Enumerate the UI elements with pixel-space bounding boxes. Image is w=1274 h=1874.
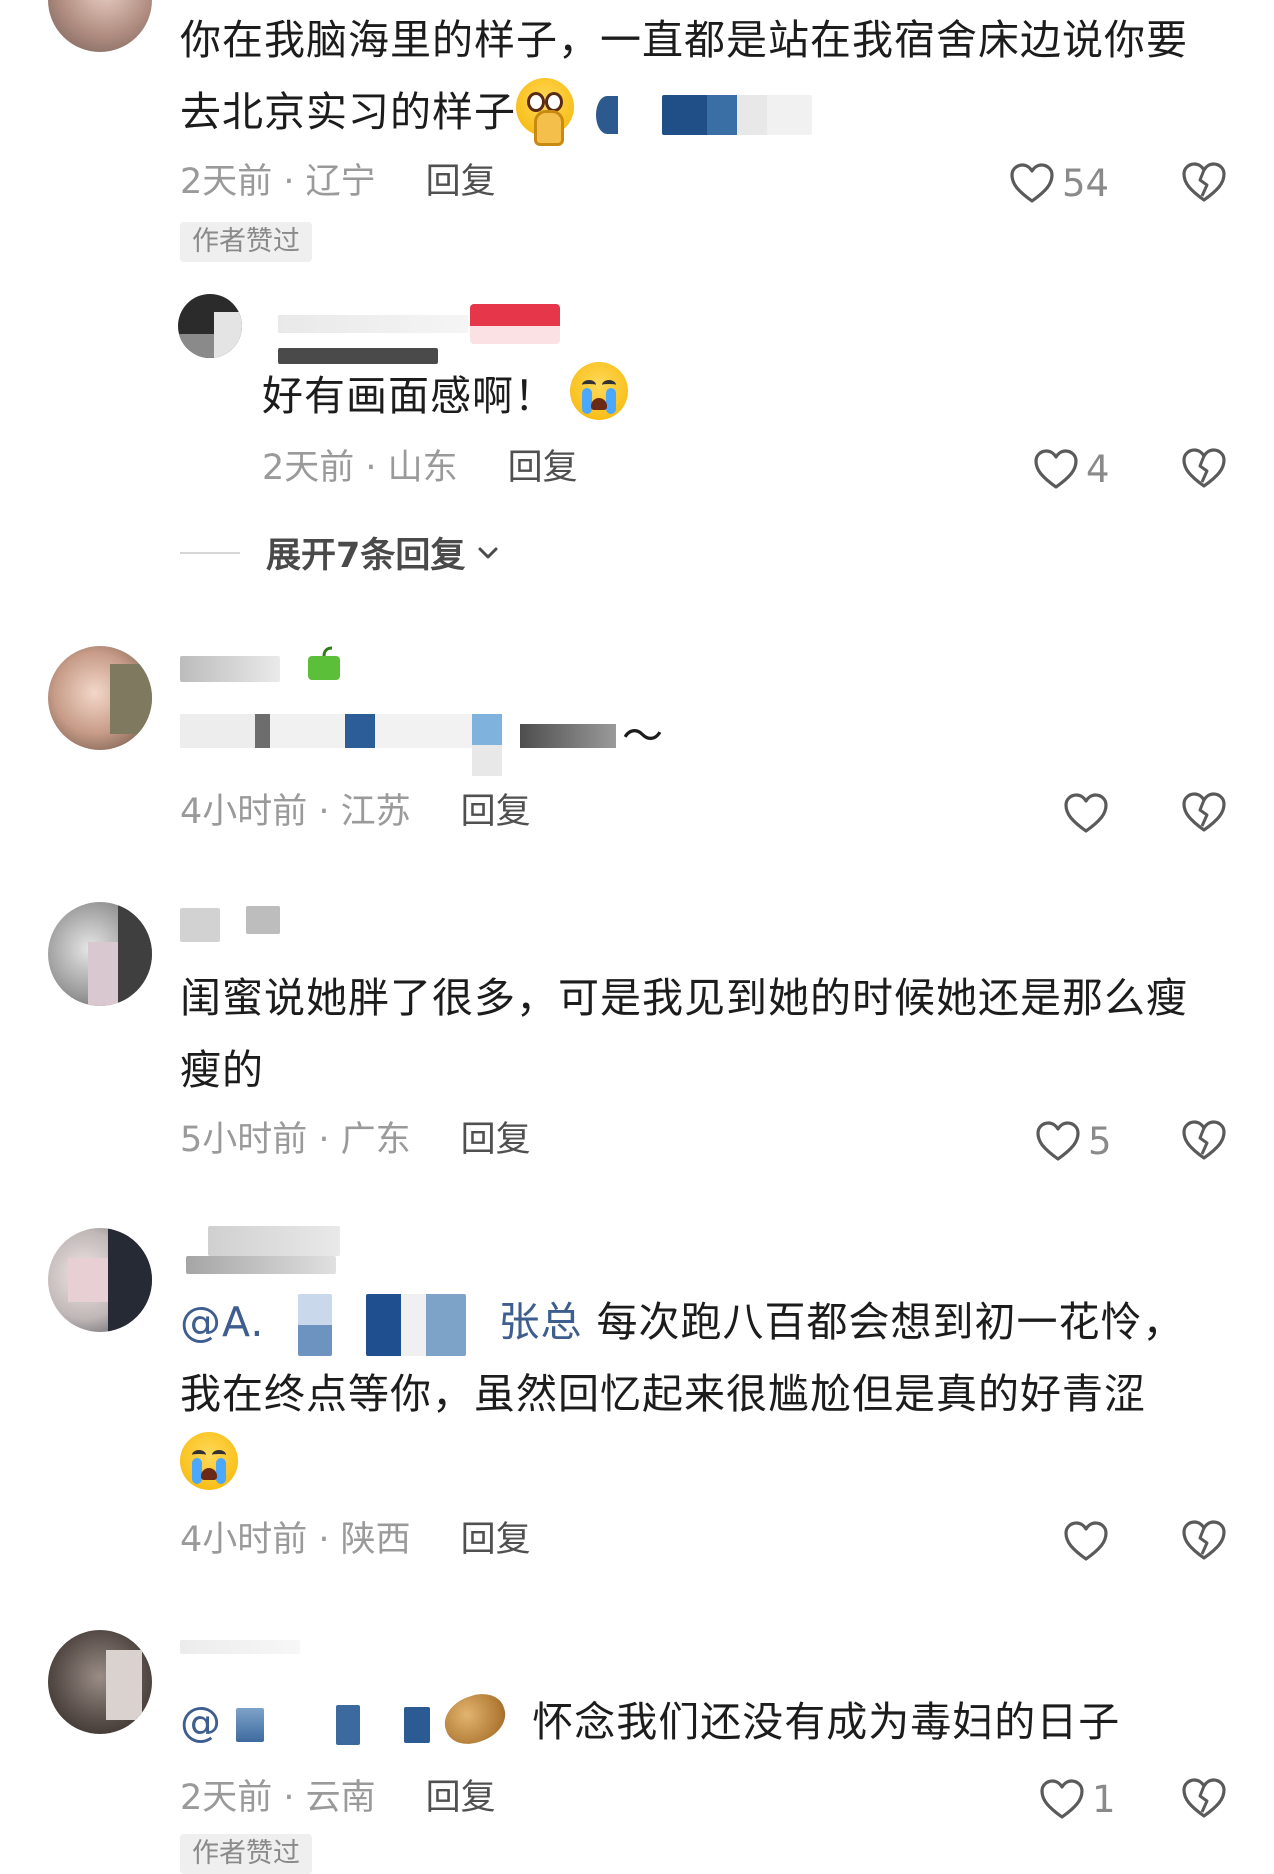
like-count: 1 [1092,1777,1116,1821]
like-count: 4 [1086,447,1110,491]
apple-badge-icon [308,646,340,680]
pixelated-text [404,1707,431,1743]
username-pixelated[interactable] [180,908,220,942]
pixelated-text [662,95,813,135]
pixelated-text [236,1708,265,1742]
broken-heart-icon[interactable] [1180,788,1228,836]
like-button[interactable] [1062,788,1110,838]
comment-text: 闺蜜说她胖了很多，可是我见到她的时候她还是那么瘦 瘦的 [180,974,1188,1094]
expand-replies-label: 展开7条回复 [266,536,466,576]
heart-outline-icon [1032,445,1080,493]
broken-heart-icon[interactable] [1180,444,1228,492]
comment-meta: 2天前 · 山东 回复 [262,448,578,488]
comment-meta: 5小时前 · 广东 回复 [180,1120,531,1160]
broken-heart-icon[interactable] [1180,1116,1228,1164]
expand-replies-button[interactable]: 展开7条回复 [180,527,501,578]
comment-text: ～ [622,712,664,760]
comment-meta: 4小时前 · 江苏 回复 [180,792,531,832]
heart-outline-icon [1034,1117,1082,1165]
potato-emoji-icon [438,1686,513,1752]
avatar[interactable] [48,0,152,52]
like-button[interactable]: 1 [1038,1774,1116,1824]
chevron-down-icon [478,547,498,558]
like-button[interactable] [1062,1516,1110,1566]
like-button[interactable]: 54 [1008,158,1109,208]
reply-button[interactable]: 回复 [461,1520,531,1560]
heart-outline-icon [1062,789,1110,837]
reply-button[interactable]: 回复 [461,1120,531,1160]
heart-outline-icon [1008,159,1056,207]
like-count: 5 [1088,1119,1112,1163]
crying-emoji-icon [180,1432,238,1490]
like-count: 54 [1062,161,1110,205]
username-pixelated[interactable] [208,1226,340,1256]
user-badge [470,304,560,344]
pixelated-text [596,96,619,134]
broken-heart-icon[interactable] [1180,158,1228,206]
reply-button[interactable]: 回复 [508,448,578,488]
reply-button[interactable]: 回复 [461,792,531,832]
comment-text: @A. 张总 每次跑八百都会想到初一花怜， 我在终点等你，虽然回忆起来很尴尬但是… [180,1286,1240,1502]
author-liked-badge: 作者赞过 [180,222,312,262]
avatar[interactable] [48,1228,152,1332]
pixelated-text [298,1294,333,1356]
heart-outline-icon [1038,1775,1086,1823]
broken-heart-icon[interactable] [1180,1516,1228,1564]
comment-meta: 2天前 · 云南 回复 [180,1778,496,1818]
like-button[interactable]: 4 [1032,444,1110,494]
comment-meta: 4小时前 · 陕西 回复 [180,1520,531,1560]
pixelated-text [520,724,616,748]
username-pixelated[interactable] [180,1640,300,1654]
avatar[interactable] [48,646,152,750]
avatar[interactable] [48,1630,152,1734]
mention-link[interactable]: @ [180,1698,222,1746]
crying-emoji-icon [570,362,629,420]
author-liked-badge: 作者赞过 [180,1834,312,1874]
reply-button[interactable]: 回复 [426,1778,496,1818]
broken-heart-icon[interactable] [1180,1774,1228,1822]
comment-meta: 2天前 · 辽宁 回复 [180,162,496,202]
pixelated-text [336,1705,361,1745]
username-pixelated[interactable] [246,906,280,934]
username-pixelated[interactable] [278,315,468,333]
pixelated-text [366,1294,467,1356]
pixelated-text [180,714,480,748]
like-button[interactable]: 5 [1034,1116,1112,1166]
avatar[interactable] [48,902,152,1006]
pleading-hands-emoji-icon [516,78,574,146]
reply-button[interactable]: 回复 [426,162,496,202]
pixelated-text [472,714,502,776]
username-pixelated[interactable] [186,1256,336,1274]
comment-text: 好有画面感啊！ [262,360,1274,432]
mention-link[interactable]: @A. [180,1298,264,1346]
username-pixelated[interactable] [180,656,280,682]
comment-text: 你在我脑海里的样子，一直都是站在我宿舍床边说你要 去北京实习的样子 [180,4,1240,148]
heart-outline-icon [1062,1517,1110,1565]
avatar[interactable] [178,294,242,358]
divider [180,551,240,554]
mention-link[interactable]: 张总 [499,1298,583,1346]
comment-text: @ 怀念我们还没有成为毒妇的日子 [180,1686,1240,1758]
